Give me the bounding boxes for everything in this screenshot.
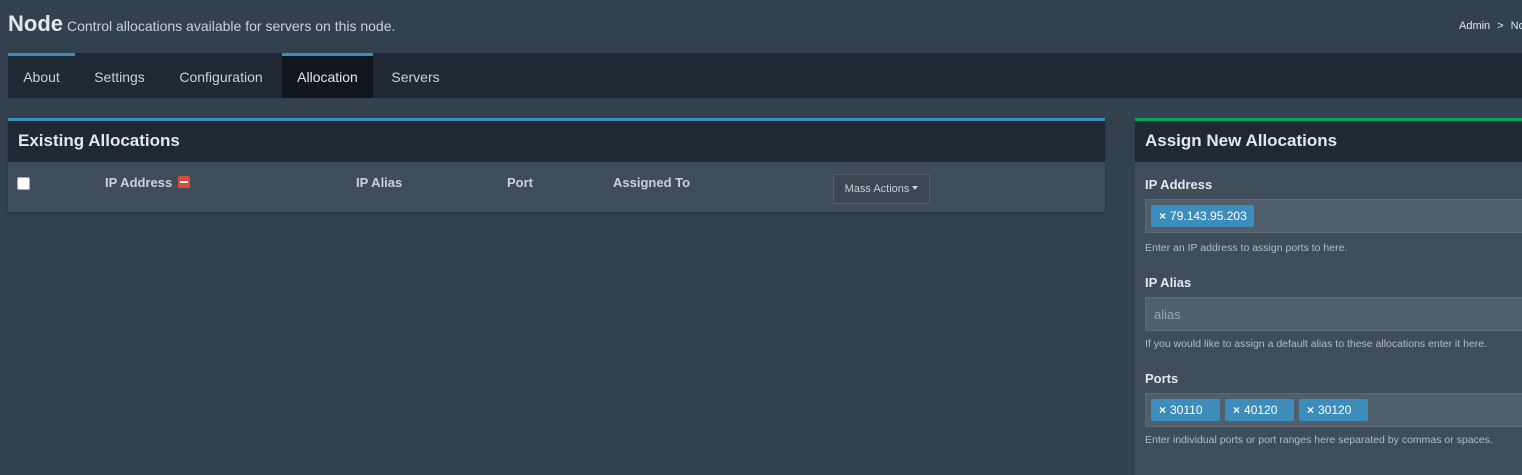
page-subtitle: Control allocations available for server… — [67, 18, 396, 34]
port-tag-text: 40120 — [1244, 403, 1278, 417]
assign-allocations-header: Assign New Allocations — [1135, 121, 1522, 162]
ip-address-label: IP Address — [1145, 177, 1213, 192]
ip-address-help: Enter an IP address to assign ports to h… — [1145, 242, 1348, 254]
node-tabs: About Settings Configuration Allocation … — [8, 53, 1522, 98]
ports-label: Ports — [1145, 371, 1179, 386]
breadcrumb: Admin > No — [1459, 20, 1522, 32]
existing-allocations-header: Existing Allocations — [8, 121, 1105, 162]
mass-actions-button[interactable]: Mass Actions — [833, 174, 930, 204]
ip-alias-field — [1145, 297, 1522, 331]
tab-servers[interactable]: Servers — [379, 53, 452, 98]
ip-alias-help: If you would like to assign a default al… — [1145, 338, 1488, 350]
breadcrumb-nodes[interactable]: No — [1511, 20, 1522, 32]
existing-allocations-title: Existing Allocations — [18, 131, 180, 150]
ports-select[interactable]: × 30110 × 40120 × 30120 — [1145, 393, 1522, 427]
ip-alias-input[interactable] — [1146, 298, 1522, 330]
remove-tag-icon[interactable]: × — [1159, 403, 1166, 417]
remove-tag-icon[interactable]: × — [1233, 403, 1240, 417]
breadcrumb-separator: > — [1497, 20, 1504, 32]
column-port: Port — [507, 175, 533, 190]
tab-configuration[interactable]: Configuration — [166, 53, 276, 98]
page-title: Node Control allocations available for se… — [8, 11, 395, 37]
delete-all-minus-icon[interactable] — [178, 176, 191, 188]
tab-about[interactable]: About — [8, 53, 75, 98]
ip-address-tag-text: 79.143.95.203 — [1170, 209, 1247, 223]
content-header: Node Control allocations available for se… — [0, 0, 1522, 53]
remove-tag-icon[interactable]: × — [1307, 403, 1314, 417]
column-assigned-to: Assigned To — [613, 175, 691, 190]
port-tag-text: 30120 — [1318, 403, 1352, 417]
tab-settings[interactable]: Settings — [81, 53, 158, 98]
column-ip-address: IP Address — [105, 175, 191, 190]
remove-tag-icon[interactable]: × — [1159, 209, 1166, 223]
port-tag: × 30120 — [1299, 399, 1368, 421]
port-tag: × 40120 — [1225, 399, 1294, 421]
mass-actions-label: Mass Actions — [844, 183, 910, 195]
column-ip-address-label: IP Address — [105, 175, 173, 190]
tab-allocation[interactable]: Allocation — [282, 53, 373, 98]
caret-down-icon — [912, 186, 919, 190]
assign-allocations-box: Assign New Allocations IP Address × 79.14… — [1135, 118, 1522, 475]
select-all-checkbox[interactable] — [17, 177, 30, 190]
ports-help: Enter individual ports or port ranges he… — [1145, 434, 1493, 446]
column-ip-alias: IP Alias — [356, 175, 403, 190]
assign-allocations-title: Assign New Allocations — [1145, 131, 1338, 150]
ip-address-tag: × 79.143.95.203 — [1151, 205, 1254, 227]
page-title-text: Node — [8, 11, 63, 36]
ip-address-select[interactable]: × 79.143.95.203 — [1145, 199, 1522, 233]
breadcrumb-admin[interactable]: Admin — [1459, 20, 1490, 32]
ip-alias-label: IP Alias — [1145, 275, 1192, 290]
existing-allocations-box: Existing Allocations IP Address IP Alias… — [8, 118, 1105, 212]
port-tag: × 30110 — [1151, 399, 1220, 421]
port-tag-text: 30110 — [1170, 403, 1203, 417]
